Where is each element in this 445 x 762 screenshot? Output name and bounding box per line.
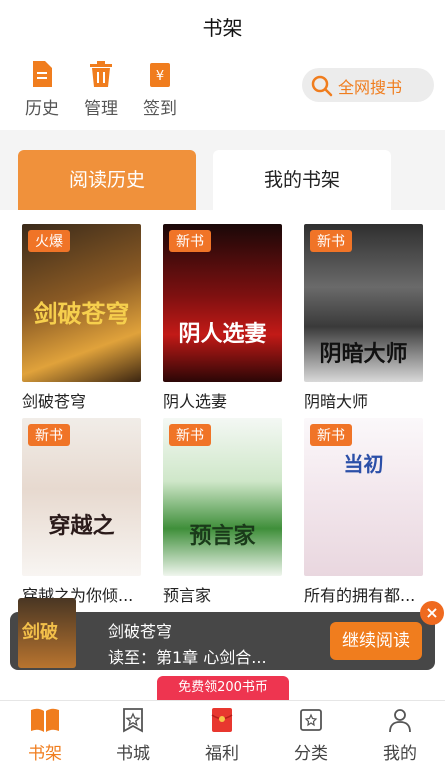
reading-book-thumbnail: 剑破 [18,598,76,668]
continue-reading-button[interactable]: 继续阅读 [330,622,422,660]
document-icon [33,61,52,87]
person-icon [389,709,411,733]
book-cover: 新书 预言家 [163,418,282,576]
book-title: 阴暗大师 [304,392,369,411]
new-badge: 新书 [28,424,70,446]
book-title: 所有的拥有都... [304,586,416,605]
search-label: 全网搜书 [338,78,403,97]
new-badge: 新书 [310,230,352,252]
bottom-nav: 书架 书城 福利 分类 我的 [0,700,445,762]
new-badge: 新书 [310,424,352,446]
checkin-button[interactable]: ¥ 签到 [135,60,185,119]
history-label: 历史 [25,99,59,119]
app-header: 书架 [0,0,445,56]
hot-badge: 火爆 [28,230,70,252]
book-card[interactable]: 新书 当初 所有的拥有都... [304,418,423,606]
book-title: 预言家 [163,586,212,605]
nav-category[interactable]: 分类 [276,707,346,762]
cover-title: 预言家 [189,523,256,549]
nav-label: 我的 [383,744,417,762]
red-envelope-icon [211,708,233,732]
search-button[interactable]: 全网搜书 [302,68,434,102]
search-icon [311,75,333,97]
cover-title: 当初 [343,452,384,476]
cover-title: 剑破苍穹 [33,299,130,328]
new-badge: 新书 [169,230,211,252]
cover-title: 阴暗大师 [319,341,408,367]
tab-reading-history[interactable]: 阅读历史 [18,150,196,210]
continue-reading-bar[interactable]: 剑破 剑破苍穹 读至：第1章 心剑合... 继续阅读 [10,598,435,670]
reading-progress: 读至：第1章 心剑合... [108,648,267,667]
nav-label: 福利 [205,744,239,762]
book-cover: 新书 穿越之 [22,418,141,576]
tab-bar: 阅读历史 我的书架 [0,130,445,220]
new-badge: 新书 [169,424,211,446]
manage-label: 管理 [84,99,118,119]
toolbar: 历史 管理 ¥ 签到 全网搜书 [0,56,445,130]
reading-book-title: 剑破苍穹 [108,622,173,641]
book-cover: 新书 当初 [304,418,423,576]
nav-label: 分类 [294,744,328,762]
history-button[interactable]: 历史 [17,60,67,119]
book-card[interactable]: 火爆 剑破苍穹 剑破苍穹 [22,224,141,412]
book-cover: 新书 阴人选妻 [163,224,282,382]
category-icon [300,709,322,731]
book-card[interactable]: 新书 预言家 预言家 [163,418,282,606]
nav-bookstore[interactable]: 书城 [98,707,168,762]
book-title: 剑破苍穹 [22,392,87,411]
checkin-label: 签到 [143,99,177,119]
nav-bookshelf[interactable]: 书架 [10,707,80,762]
nav-profile[interactable]: 我的 [365,707,435,762]
book-open-icon [31,708,59,732]
book-title: 阴人选妻 [163,392,228,411]
nav-welfare[interactable]: 福利 [187,707,257,762]
book-card[interactable]: 新书 穿越之 穿越之为你倾... [22,418,141,606]
cover-title: 穿越之 [48,513,115,539]
book-card[interactable]: 新书 阴暗大师 阴暗大师 [304,224,423,412]
book-cover: 火爆 剑破苍穹 [22,224,141,382]
trash-icon [90,61,112,87]
svg-text:¥: ¥ [156,69,164,84]
book-card[interactable]: 新书 阴人选妻 阴人选妻 [163,224,282,412]
manage-button[interactable]: 管理 [76,60,126,119]
wallet-icon: ¥ [150,63,170,87]
cover-title: 阴人选妻 [178,321,267,347]
nav-label: 书架 [28,744,62,762]
tab-my-bookshelf[interactable]: 我的书架 [213,150,391,210]
thumbnail-text: 剑破 [22,622,58,643]
close-icon[interactable]: × [420,601,444,625]
nav-label: 书城 [116,744,150,762]
promo-banner[interactable]: 免费领200书币 [157,676,289,700]
book-cover: 新书 阴暗大师 [304,224,423,382]
bookmark-star-icon [123,708,143,733]
page-title: 书架 [202,16,243,40]
